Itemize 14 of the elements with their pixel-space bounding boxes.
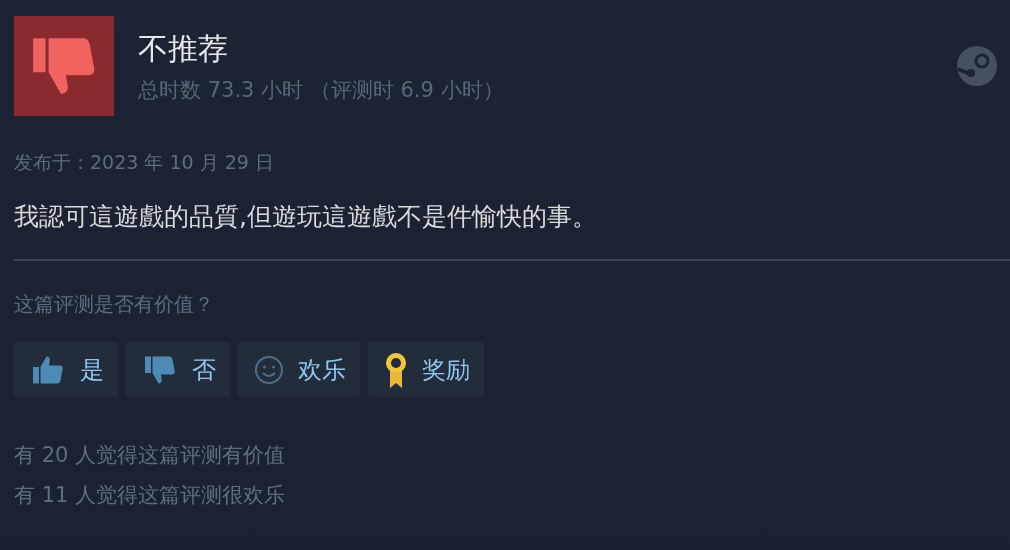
playtime-text: 总时数 73.3 小时 （评测时 6.9 小时） [138,76,505,104]
steam-logo-icon [956,45,998,87]
vote-button[interactable]: 欢乐 [238,342,360,397]
posted-date: 发布于：2023 年 10 月 29 日 [14,150,275,175]
vote-count-text: 有 20 人觉得这篇评测有价值 [14,442,287,469]
smiley-icon [254,354,284,385]
vote-button[interactable]: 是 [14,342,118,397]
award-button[interactable]: 奖励 [368,342,484,397]
vote-count-text: 有 11 人觉得这篇评测很欢乐 [14,482,287,509]
award-ribbon-icon [384,350,408,389]
review-text: 我認可這遊戲的品質,但遊玩這遊戲不是件愉快的事。 [14,201,598,233]
helpful-question: 这篇评测是否有价值？ [14,291,215,318]
verdict-title: 不推荐 [138,29,229,68]
vote-button[interactable]: 否 [126,342,230,397]
